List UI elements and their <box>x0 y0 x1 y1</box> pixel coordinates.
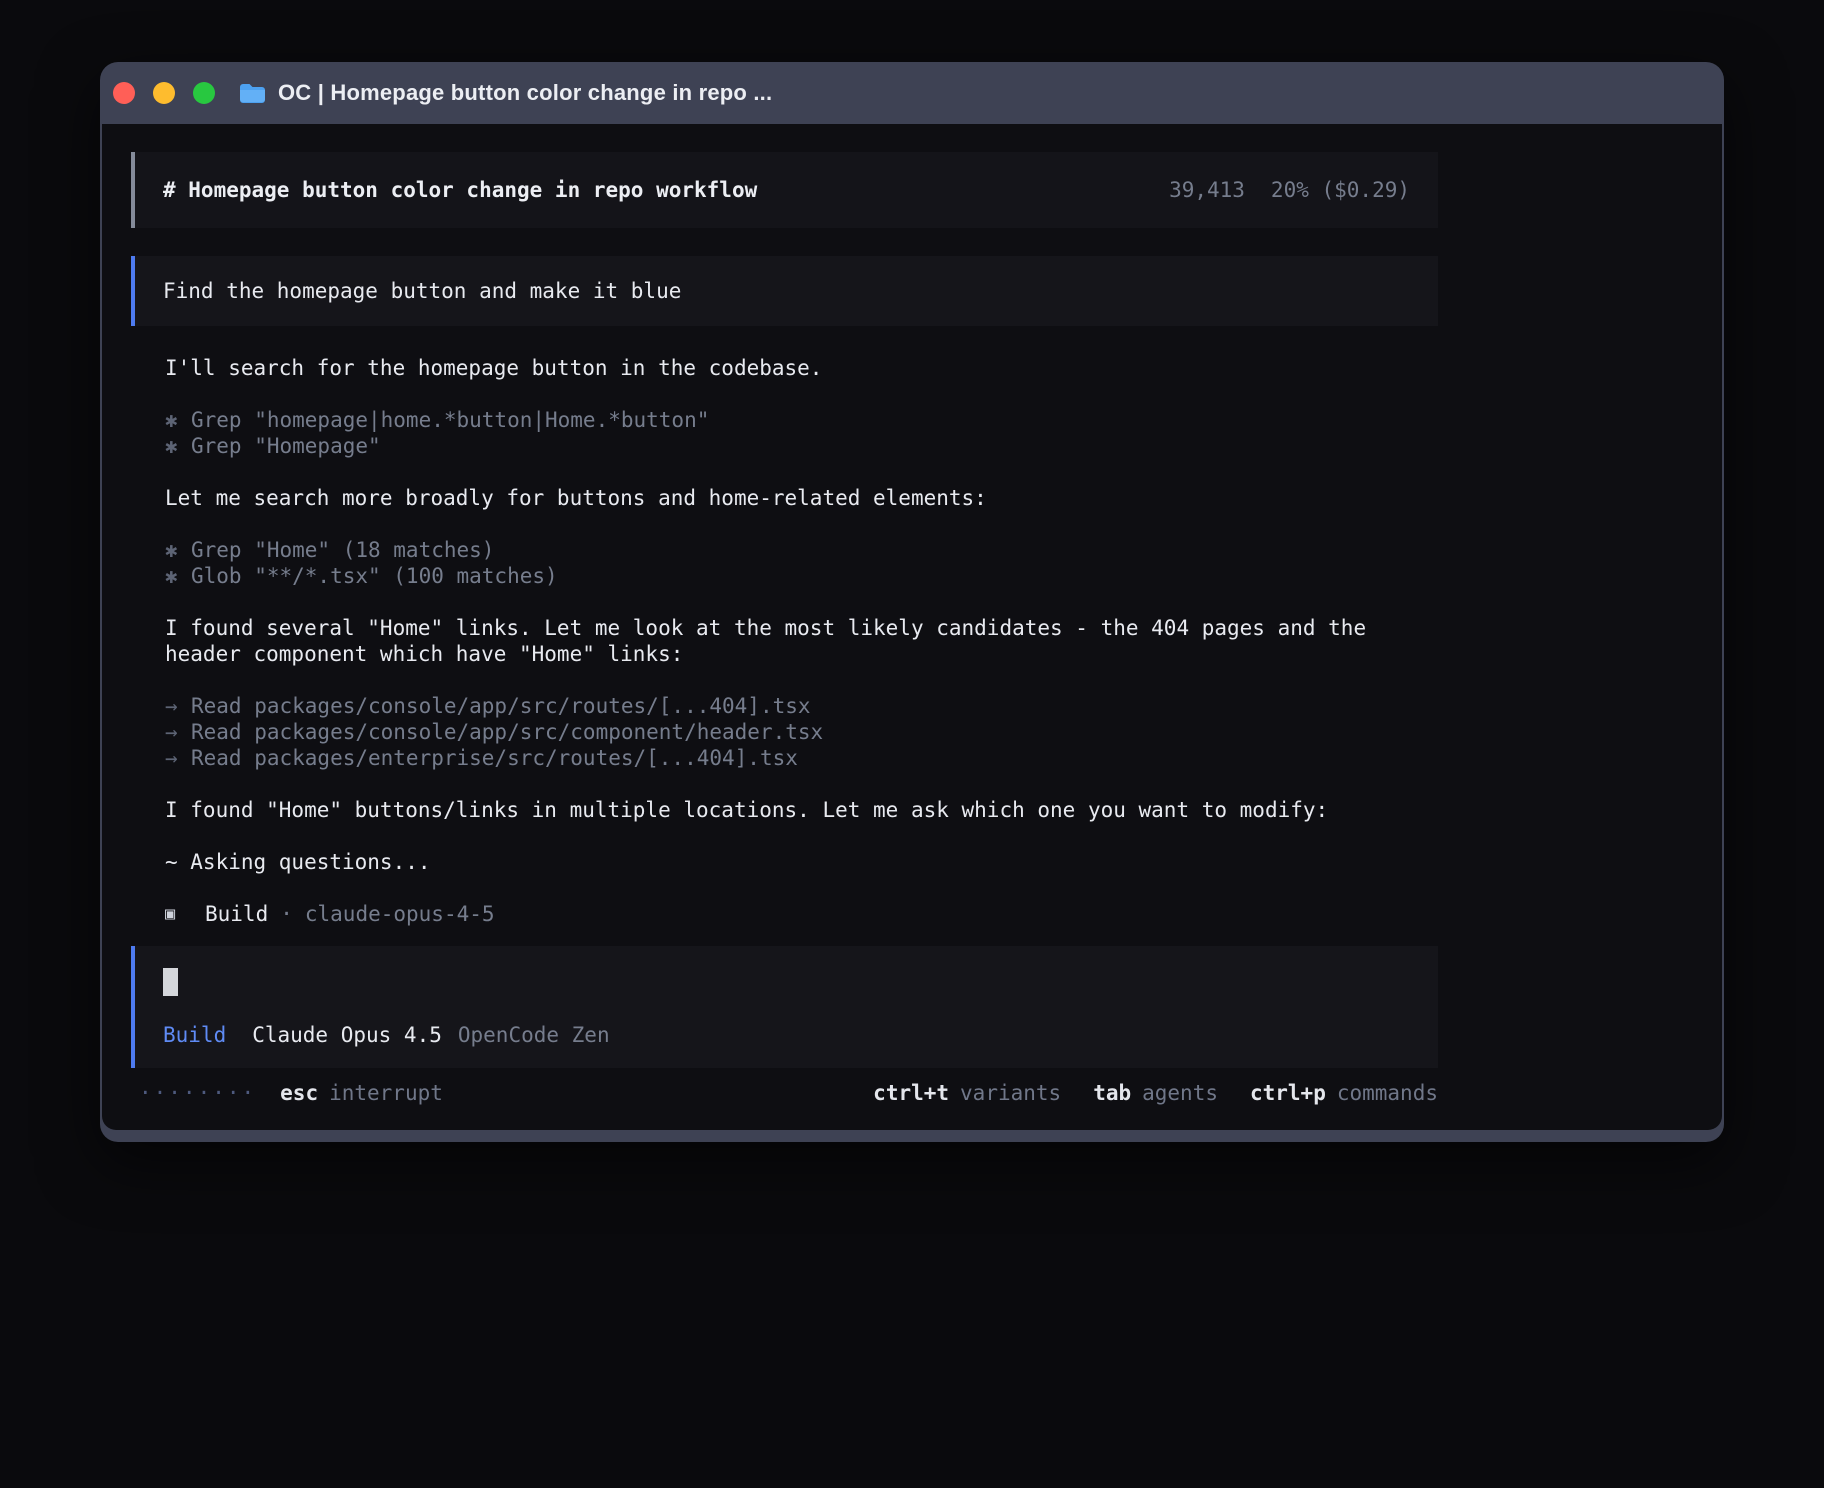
tool-call-line: ✱ Grep "Homepage" <box>165 433 1438 459</box>
session-meta: 39,413 20% ($0.29) <box>1169 178 1410 202</box>
session-header: # Homepage button color change in repo w… <box>131 152 1438 228</box>
arrow-right-icon: → <box>165 693 191 719</box>
agent-badge: ▣ Build · claude-opus-4-5 <box>165 901 1438 927</box>
minimize-button[interactable] <box>153 82 175 104</box>
status-line: ~ Asking questions... <box>165 849 1438 875</box>
tool-asterisk-icon: ✱ <box>165 563 191 589</box>
assistant-text: I'll search for the homepage button in t… <box>165 355 1438 381</box>
arrow-right-icon: → <box>165 745 191 771</box>
tool-call-group: ✱ Grep "homepage|home.*button|Home.*butt… <box>165 407 1438 459</box>
session-title: # Homepage button color change in repo w… <box>163 178 757 202</box>
file-read-group: → Read packages/console/app/src/routes/[… <box>165 693 1438 771</box>
tool-call-label: Grep "homepage|home.*button|Home.*button… <box>191 407 709 433</box>
file-read-label: Read packages/console/app/src/component/… <box>191 719 823 745</box>
shortcut-key: ctrl+t <box>873 1080 949 1106</box>
token-count: 39,413 <box>1169 178 1245 202</box>
assistant-text: I found "Home" buttons/links in multiple… <box>165 797 1438 823</box>
folder-icon <box>239 82 266 104</box>
tool-call-group: ✱ Grep "Home" (18 matches) ✱ Glob "**/*.… <box>165 537 1438 589</box>
zoom-button[interactable] <box>193 82 215 104</box>
status-bar-right: ctrl+t variants tab agents ctrl+p comman… <box>873 1080 1438 1106</box>
shortcut-commands: ctrl+p commands <box>1250 1080 1438 1106</box>
tool-asterisk-icon: ✱ <box>165 537 191 563</box>
assistant-text: Let me search more broadly for buttons a… <box>165 485 1438 511</box>
file-read-line: → Read packages/console/app/src/routes/[… <box>165 693 1438 719</box>
text-cursor <box>163 968 178 996</box>
assistant-transcript: I'll search for the homepage button in t… <box>131 355 1438 927</box>
tool-call-label: Grep "Homepage" <box>191 433 381 459</box>
file-read-line: → Read packages/enterprise/src/routes/[.… <box>165 745 1438 771</box>
terminal-body: # Homepage button color change in repo w… <box>102 124 1722 1130</box>
shortcut-key: tab <box>1093 1080 1131 1106</box>
mode-label: Build <box>163 1022 226 1048</box>
agent-square-icon: ▣ <box>165 901 205 927</box>
model-row: Build Claude Opus 4.5 OpenCode Zen <box>163 1022 1410 1048</box>
context-usage: 20% ($0.29) <box>1271 178 1410 202</box>
tool-call-line: ✱ Glob "**/*.tsx" (100 matches) <box>165 563 1438 589</box>
model-label: Claude Opus 4.5 <box>252 1022 442 1048</box>
tool-call-line: ✱ Grep "homepage|home.*button|Home.*butt… <box>165 407 1438 433</box>
shortcut-label: agents <box>1142 1080 1218 1106</box>
shortcut-agents: tab agents <box>1093 1080 1218 1106</box>
agent-model: claude-opus-4-5 <box>305 901 495 927</box>
shortcut-label: interrupt <box>329 1080 443 1106</box>
user-message-text: Find the homepage button and make it blu… <box>163 279 681 303</box>
status-bar-left: ········ esc interrupt <box>139 1080 443 1106</box>
spinner-dots: ········ <box>139 1080 256 1106</box>
tool-call-label: Glob "**/*.tsx" (100 matches) <box>191 563 558 589</box>
file-read-label: Read packages/console/app/src/routes/[..… <box>191 693 811 719</box>
arrow-right-icon: → <box>165 719 191 745</box>
file-read-line: → Read packages/console/app/src/componen… <box>165 719 1438 745</box>
tool-asterisk-icon: ✱ <box>165 407 191 433</box>
shortcut-interrupt: esc interrupt <box>280 1080 443 1106</box>
close-button[interactable] <box>113 82 135 104</box>
traffic-lights <box>113 82 215 104</box>
assistant-text: I found several "Home" links. Let me loo… <box>165 615 1430 667</box>
shortcut-label: variants <box>960 1080 1061 1106</box>
shortcut-label: commands <box>1337 1080 1438 1106</box>
tool-call-label: Grep "Home" (18 matches) <box>191 537 494 563</box>
shortcut-key: esc <box>280 1080 318 1106</box>
prompt-cursor-line[interactable] <box>163 968 1410 996</box>
agent-separator: · <box>280 901 293 927</box>
provider-label: OpenCode Zen <box>458 1022 610 1048</box>
window-title: OC | Homepage button color change in rep… <box>278 80 772 106</box>
shortcut-key: ctrl+p <box>1250 1080 1326 1106</box>
tool-asterisk-icon: ✱ <box>165 433 191 459</box>
status-bar: ········ esc interrupt ctrl+t variants t… <box>131 1080 1438 1106</box>
shortcut-variants: ctrl+t variants <box>873 1080 1061 1106</box>
user-message: Find the homepage button and make it blu… <box>131 256 1438 326</box>
tool-call-line: ✱ Grep "Home" (18 matches) <box>165 537 1438 563</box>
prompt-input[interactable]: Build Claude Opus 4.5 OpenCode Zen <box>131 946 1438 1068</box>
terminal-window: OC | Homepage button color change in rep… <box>100 62 1724 1142</box>
file-read-label: Read packages/enterprise/src/routes/[...… <box>191 745 798 771</box>
agent-name: Build <box>205 901 268 927</box>
window-titlebar: OC | Homepage button color change in rep… <box>100 62 1724 124</box>
